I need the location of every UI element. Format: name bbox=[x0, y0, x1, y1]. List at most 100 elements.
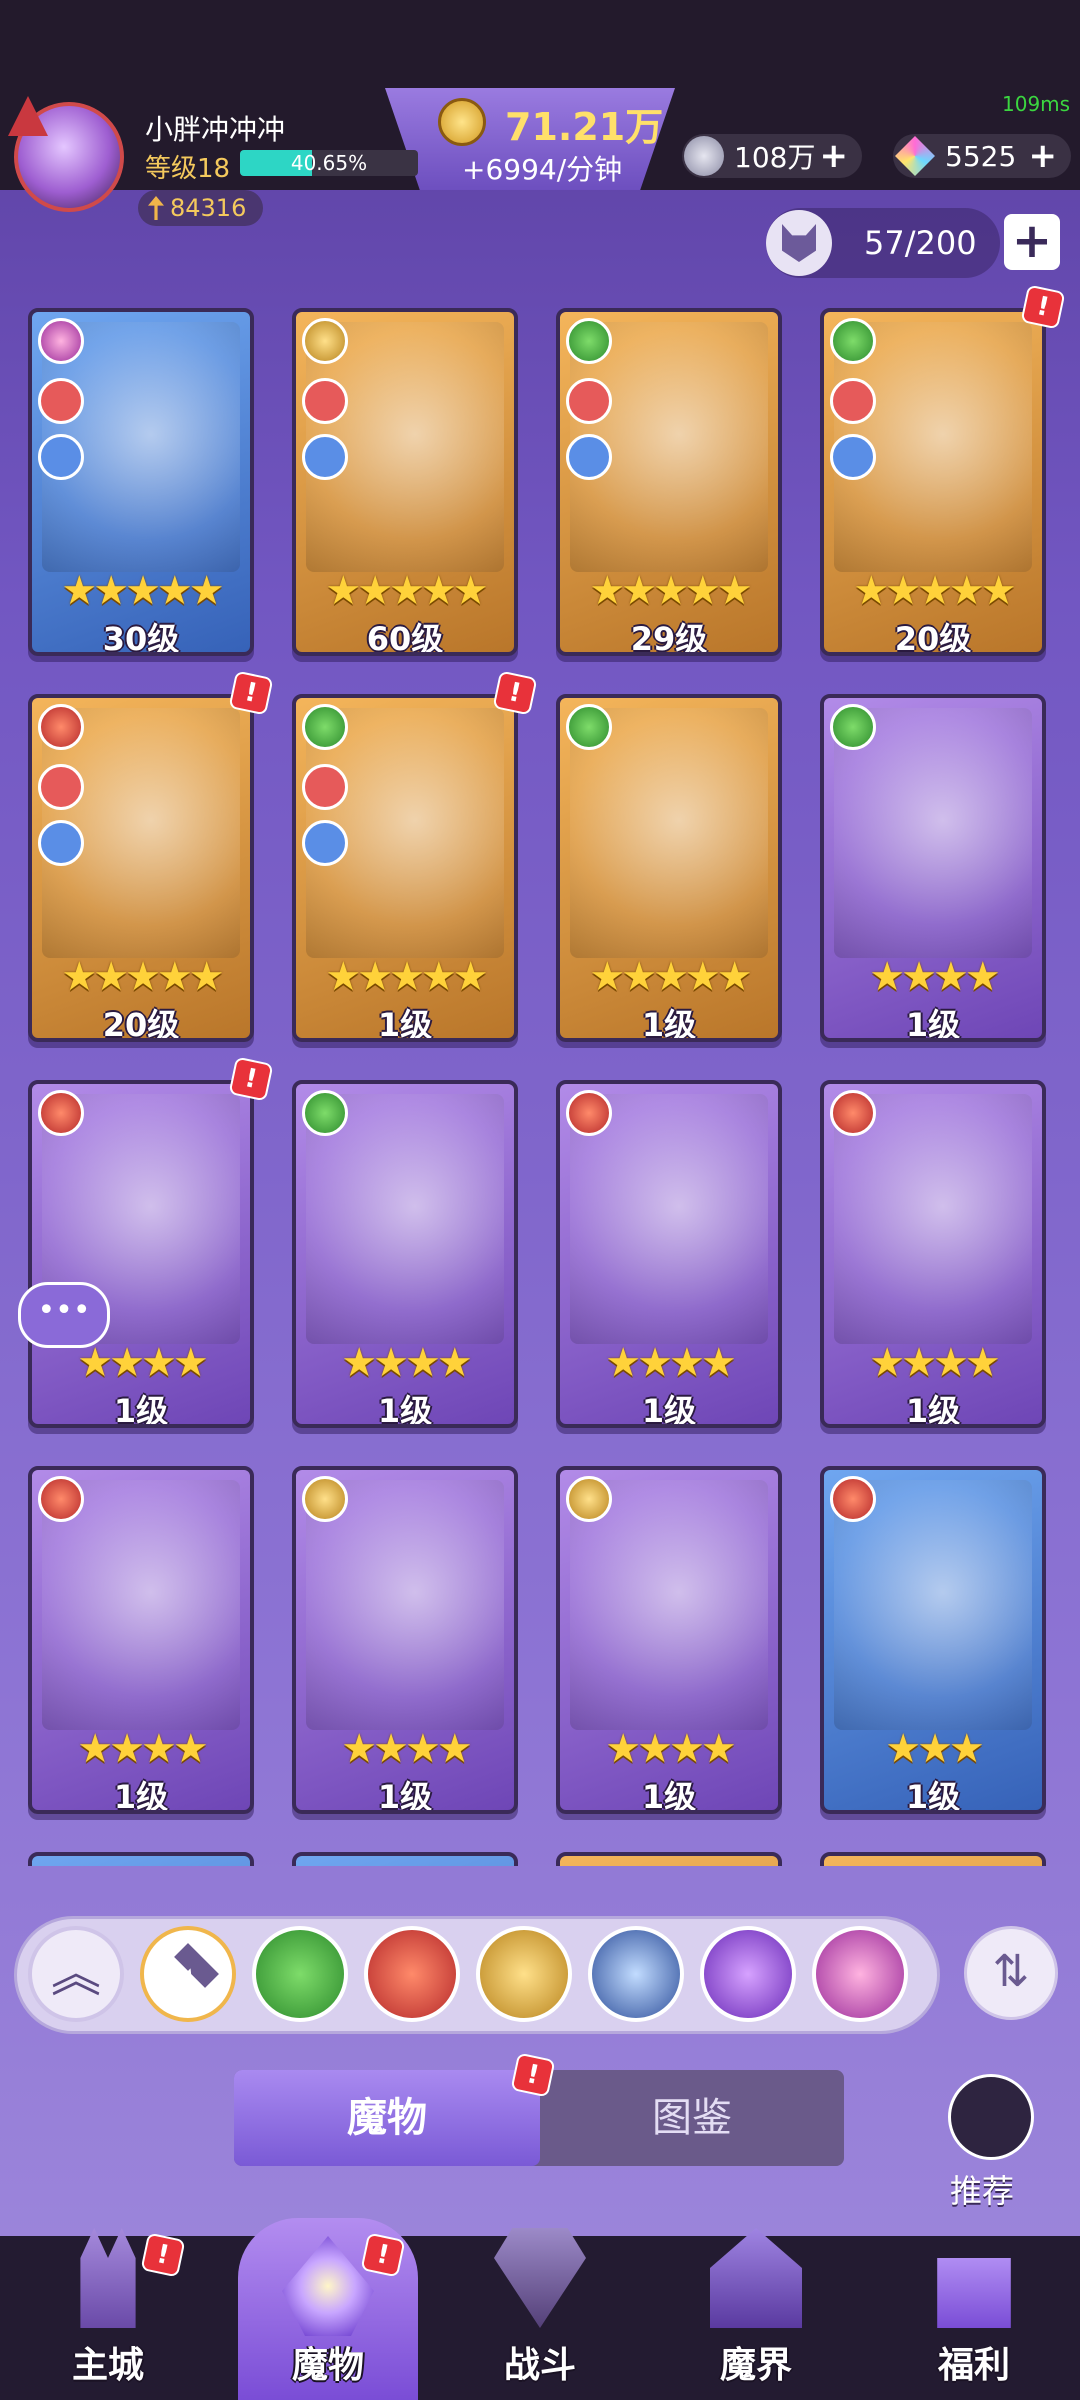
monster-card[interactable] bbox=[292, 1852, 518, 1866]
armor-slot-icon bbox=[302, 434, 348, 480]
fire-element-icon bbox=[830, 1476, 876, 1522]
fire-element-icon bbox=[38, 1090, 84, 1136]
fire-element-icon bbox=[566, 1090, 612, 1136]
gem-amount: 108万 bbox=[734, 141, 816, 174]
monster-level: 1级 bbox=[905, 1778, 961, 1814]
monster-card[interactable]: ★★★★★ 29级 bbox=[556, 308, 782, 656]
star-rating: ★★★★ bbox=[605, 1340, 736, 1386]
chat-bubble-button[interactable]: ••• bbox=[18, 1282, 110, 1348]
monster-card[interactable]: ★★★★★ 20级 bbox=[820, 308, 1046, 656]
combat-power: 84316 bbox=[138, 190, 263, 226]
monster-card[interactable]: ★★★★★ 20级 bbox=[28, 694, 254, 1042]
gem-icon bbox=[684, 136, 724, 176]
monster-card[interactable]: ★★★★ 1级 bbox=[292, 1466, 518, 1814]
nav-label: 福利 bbox=[937, 2345, 1010, 2386]
star-rating: ★★★★★ bbox=[589, 954, 752, 1000]
monster-level: 29级 bbox=[630, 620, 708, 656]
monster-level: 1级 bbox=[641, 1778, 697, 1814]
monster-card[interactable] bbox=[28, 1852, 254, 1866]
expand-capacity-button[interactable]: + bbox=[1004, 214, 1060, 270]
filter-eye-icon[interactable] bbox=[700, 1926, 796, 2022]
crystal-icon bbox=[895, 136, 935, 176]
monster-card[interactable]: ★★★★★ 30级 bbox=[28, 308, 254, 656]
monster-level: 1级 bbox=[377, 1006, 433, 1042]
card-alert-badge: ! bbox=[492, 670, 538, 716]
recommend-label: 推荐 bbox=[950, 2172, 1015, 2210]
monster-card[interactable]: ★★★★★ 60级 bbox=[292, 308, 518, 656]
nav-realm[interactable]: 魔界 bbox=[666, 2210, 846, 2400]
crystal-resource[interactable]: 5525 + bbox=[893, 134, 1071, 178]
monster-card[interactable]: ★★★★ 1级 bbox=[292, 1080, 518, 1428]
fire-element-icon bbox=[38, 704, 84, 750]
collapse-filter-button[interactable]: ︽ bbox=[28, 1926, 124, 2022]
gold-coin-icon bbox=[438, 98, 486, 146]
star-rating: ★★★★★ bbox=[853, 568, 1016, 614]
forest-element-icon bbox=[830, 704, 876, 750]
nav-battle[interactable]: 战斗 bbox=[450, 2210, 630, 2400]
monster-level: 1级 bbox=[641, 1006, 697, 1042]
sort-button[interactable]: ⇅ bbox=[964, 1926, 1058, 2020]
gold-rate: +6994/分钟 bbox=[462, 153, 623, 186]
weapon-slot-icon bbox=[38, 378, 84, 424]
add-crystal-icon[interactable]: + bbox=[1029, 136, 1058, 176]
xp-bar: 40.65% bbox=[240, 150, 418, 176]
weapon-slot-icon bbox=[302, 764, 348, 810]
monster-card[interactable]: ★★★★ 1级 bbox=[556, 1080, 782, 1428]
filter-all-button[interactable] bbox=[140, 1926, 236, 2022]
xp-percent: 40.65% bbox=[290, 151, 368, 175]
filter-forest-icon[interactable] bbox=[252, 1926, 348, 2022]
add-gem-icon[interactable]: + bbox=[820, 136, 849, 176]
armor-slot-icon bbox=[38, 820, 84, 866]
time-element-icon bbox=[302, 1476, 348, 1522]
monster-card[interactable]: ★★★ 1级 bbox=[820, 1466, 1046, 1814]
gem-resource[interactable]: 108万 + bbox=[682, 134, 862, 178]
welfare-icon bbox=[937, 2258, 1011, 2328]
monster-level: 1级 bbox=[377, 1778, 433, 1814]
monster-card[interactable] bbox=[820, 1852, 1046, 1866]
monster-level: 1级 bbox=[113, 1392, 169, 1428]
filter-time-icon[interactable] bbox=[476, 1926, 572, 2022]
filter-fire-icon[interactable] bbox=[364, 1926, 460, 2022]
star-rating: ★★★★★ bbox=[589, 568, 752, 614]
forest-element-icon bbox=[830, 318, 876, 364]
crystal-amount: 5525 bbox=[945, 139, 1017, 173]
monster-card[interactable]: ★★★★★ 1级 bbox=[556, 694, 782, 1042]
recommend-icon[interactable] bbox=[948, 2074, 1034, 2160]
nav-label: 魔物 bbox=[291, 2345, 364, 2386]
nav-welfare[interactable]: 福利 bbox=[884, 2210, 1064, 2400]
armor-slot-icon bbox=[38, 434, 84, 480]
monster-card[interactable]: ★★★★ 1级 bbox=[820, 1080, 1046, 1428]
fire-element-icon bbox=[38, 1476, 84, 1522]
battle-icon bbox=[494, 2228, 586, 2328]
monster-icon bbox=[282, 2236, 374, 2336]
filter-dragon-icon[interactable] bbox=[588, 1926, 684, 2022]
card-alert-badge: ! bbox=[228, 670, 274, 716]
monster-level: 1级 bbox=[905, 1006, 961, 1042]
star-rating: ★★★★ bbox=[605, 1726, 736, 1772]
time-element-icon bbox=[566, 1476, 612, 1522]
monster-card[interactable]: ★★★★ 1级 bbox=[28, 1080, 254, 1428]
armor-slot-icon bbox=[302, 820, 348, 866]
rune-element-icon bbox=[38, 318, 84, 364]
latency-readout: 109ms bbox=[1002, 92, 1071, 116]
tab-monster[interactable]: 魔物 bbox=[234, 2070, 540, 2166]
weapon-slot-icon bbox=[566, 378, 612, 424]
player-avatar[interactable] bbox=[14, 102, 124, 212]
combat-power-value: 84316 bbox=[170, 194, 247, 222]
monster-level: 1级 bbox=[113, 1778, 169, 1814]
monster-card[interactable]: ★★★★★ 1级 bbox=[292, 694, 518, 1042]
armor-slot-icon bbox=[830, 434, 876, 480]
monster-card[interactable]: ★★★★ 1级 bbox=[28, 1466, 254, 1814]
monster-card[interactable]: ★★★★ 1级 bbox=[556, 1466, 782, 1814]
card-alert-badge: ! bbox=[1020, 284, 1066, 330]
tab-codex[interactable]: 图鉴 bbox=[540, 2070, 844, 2166]
sword-icon bbox=[148, 196, 164, 220]
filter-rune-icon[interactable] bbox=[812, 1926, 908, 2022]
monster-level: 30级 bbox=[102, 620, 180, 656]
monster-card[interactable]: ★★★★ 1级 bbox=[820, 694, 1046, 1042]
monster-card[interactable] bbox=[556, 1852, 782, 1866]
star-rating: ★★★★ bbox=[869, 954, 1000, 1000]
forest-element-icon bbox=[566, 704, 612, 750]
monster-level: 20级 bbox=[894, 620, 972, 656]
monster-level: 1级 bbox=[377, 1392, 433, 1428]
